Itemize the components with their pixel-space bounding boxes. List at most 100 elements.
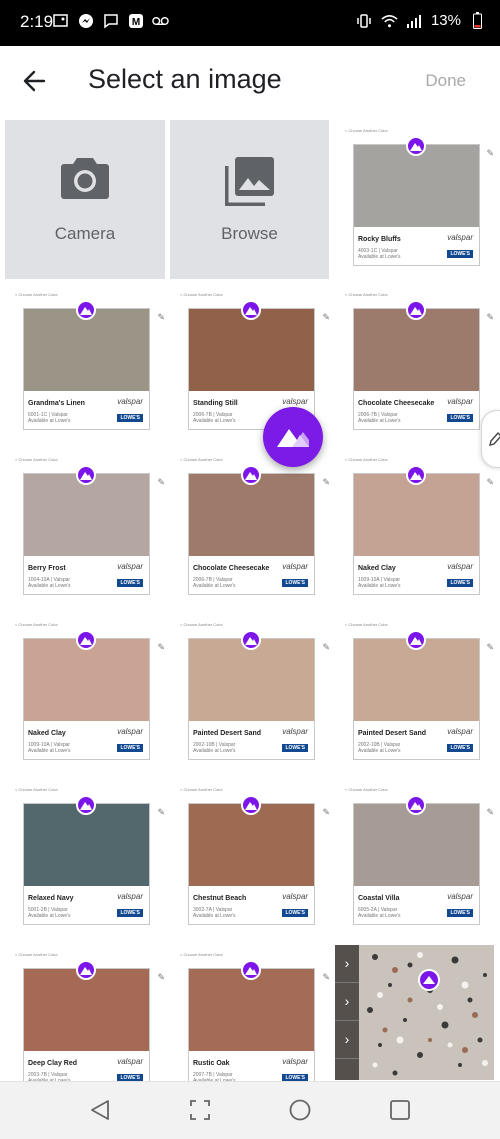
floating-gallery-button[interactable]	[263, 407, 323, 467]
pencil-icon: ✎	[157, 972, 165, 982]
chevron-right-icon[interactable]: ›	[335, 983, 359, 1021]
chevron-right-icon[interactable]: ›	[335, 945, 359, 983]
valspar-logo: valspar	[282, 1057, 308, 1066]
color-name: Painted Desert Sand	[193, 730, 262, 737]
color-card: Painted Desert Sand 2002-10B | Valspar Ava…	[353, 630, 480, 760]
color-name: Chocolate Cheesecake	[358, 400, 435, 407]
valspar-logo: valspar	[282, 892, 308, 901]
color-info: Painted Desert Sand 2002-10B | Valspar Ava…	[189, 722, 314, 759]
color-code: 2006-7B | Valspar Available at Lowe's	[193, 412, 236, 424]
color-code: 2006-7B | Valspar Available at Lowe's	[358, 412, 401, 424]
mountain-icon	[277, 429, 309, 447]
choose-another-color-text: < Choose Another Color	[180, 787, 223, 792]
lowes-logo: LOWE'S	[447, 744, 473, 752]
color-swatch	[354, 804, 479, 886]
nav-home-icon[interactable]	[288, 1098, 312, 1122]
pencil-icon: ✎	[486, 807, 494, 817]
color-code: 2007-7B | Valspar Available at Lowe's	[193, 1072, 236, 1081]
color-swatch	[24, 639, 149, 721]
mountain-badge-icon	[241, 465, 261, 485]
mountain-badge-icon	[406, 465, 426, 485]
color-code: 1009-10A | Valspar Available at Lowe's	[28, 742, 71, 754]
color-image-tile[interactable]: < Choose Another Color ✎ Berry Frost 1004-1…	[5, 449, 165, 608]
choose-another-color-text: < Choose Another Color	[345, 787, 388, 792]
lowes-logo: LOWE'S	[117, 744, 143, 752]
color-card: Rustic Oak 2007-7B | Valspar Available at …	[188, 960, 315, 1081]
valspar-logo: valspar	[447, 233, 473, 242]
color-code: 2002-10B | Valspar Available at Lowe's	[193, 742, 236, 754]
lowes-logo: LOWE'S	[447, 414, 473, 422]
nav-recents-icon[interactable]	[188, 1098, 212, 1122]
color-swatch	[354, 639, 479, 721]
battery-icon	[469, 12, 486, 29]
color-image-tile[interactable]: < Choose Another Color ✎ Painted Desert Sa…	[335, 614, 494, 773]
lowes-logo: LOWE'S	[282, 1074, 308, 1081]
color-image-tile[interactable]: < Choose Another Color ✎ Coastal Villa 6005…	[335, 779, 494, 938]
color-swatch	[24, 969, 149, 1051]
lowes-logo: LOWE'S	[447, 909, 473, 917]
pencil-icon: ✎	[322, 477, 330, 487]
camera-tile[interactable]: Camera	[5, 120, 165, 279]
camera-label: Camera	[54, 224, 116, 243]
chevron-right-icon[interactable]: ›	[335, 1021, 359, 1059]
color-name: Coastal Villa	[358, 895, 400, 902]
color-image-tile[interactable]: < Choose Another Color ✎ Deep Clay Red 2003…	[5, 944, 165, 1081]
color-image-tile[interactable]: < Choose Another Color ✎ Painted Desert Sa…	[170, 614, 330, 773]
color-code: 3002-7A | Valspar Available at Lowe's	[193, 907, 236, 919]
wifi-icon	[381, 12, 398, 29]
pencil-icon: ✎	[157, 807, 165, 817]
mountain-badge-icon	[76, 960, 96, 980]
nav-back-icon[interactable]	[88, 1098, 112, 1122]
color-image-tile[interactable]: < Choose Another Color ✎ Naked Clay 1009-10…	[335, 449, 494, 608]
message-icon	[102, 12, 119, 29]
edge-panel-handle[interactable]	[481, 410, 500, 468]
back-arrow-icon[interactable]	[18, 66, 52, 96]
color-name: Rustic Oak	[193, 1060, 230, 1067]
color-name: Deep Clay Red	[28, 1060, 78, 1067]
color-image-tile[interactable]: < Choose Another Color ✎ Chestnut Beach 300…	[170, 779, 330, 938]
color-name: Chocolate Cheesecake	[193, 565, 270, 572]
lowes-logo: LOWE'S	[282, 744, 308, 752]
color-code: 1009-10A | Valspar Available at Lowe's	[358, 577, 401, 589]
browse-tile[interactable]: Browse	[170, 120, 329, 279]
valspar-logo: valspar	[117, 727, 143, 736]
color-card: Relaxed Navy 5001-2B | Valspar Available a…	[23, 795, 150, 925]
valspar-logo: valspar	[447, 562, 473, 571]
valspar-logo: valspar	[447, 397, 473, 406]
color-image-tile[interactable]: < Choose Another Color ✎ Chocolate Cheesec…	[170, 449, 330, 608]
color-name: Relaxed Navy	[28, 895, 74, 902]
color-name: Grandma's Linen	[28, 400, 85, 407]
system-nav-bar	[0, 1081, 500, 1139]
color-image-tile[interactable]: < Choose Another Color ✎ Rocky Bluffs 4003-…	[335, 120, 494, 279]
pencil-icon: ✎	[322, 807, 330, 817]
valspar-logo: valspar	[117, 397, 143, 406]
choose-another-color-text: < Choose Another Color	[15, 457, 58, 462]
pencil-icon: ✎	[157, 312, 165, 322]
messenger-icon	[77, 12, 94, 29]
terrazzo-image-tile[interactable]: › › ›	[335, 945, 494, 1080]
color-image-tile[interactable]: < Choose Another Color ✎ Chocolate Cheesec…	[335, 284, 494, 443]
color-info: Painted Desert Sand 2002-10B | Valspar Ava…	[354, 722, 479, 759]
color-image-tile[interactable]: < Choose Another Color ✎ Naked Clay 1009-10…	[5, 614, 165, 773]
battery-percent: 13%	[430, 12, 461, 29]
mountain-badge-icon	[76, 795, 96, 815]
valspar-logo: valspar	[282, 562, 308, 571]
color-card: Naked Clay 1009-10A | Valspar Available at…	[353, 465, 480, 595]
choose-another-color-text: < Choose Another Color	[180, 622, 223, 627]
mountain-badge-icon	[241, 630, 261, 650]
nav-overview-icon[interactable]	[388, 1098, 412, 1122]
page-title: Select an image	[88, 64, 282, 94]
done-button[interactable]: Done	[425, 71, 466, 91]
color-card: Chestnut Beach 3002-7A | Valspar Available…	[188, 795, 315, 925]
color-info: Berry Frost 1004-10A | Valspar Available a…	[24, 557, 149, 594]
color-swatch	[189, 804, 314, 886]
color-card: Coastal Villa 6005-2A | Valspar Available …	[353, 795, 480, 925]
color-image-tile[interactable]: < Choose Another Color ✎ Relaxed Navy 5001-…	[5, 779, 165, 938]
color-info: Naked Clay 1009-10A | Valspar Available at…	[354, 557, 479, 594]
svg-text:M: M	[131, 17, 139, 28]
color-image-tile[interactable]: < Choose Another Color ✎ Rustic Oak 2007-7B…	[170, 944, 330, 1081]
lowes-logo: LOWE'S	[117, 414, 143, 422]
valspar-logo: valspar	[282, 727, 308, 736]
valspar-logo: valspar	[447, 727, 473, 736]
color-image-tile[interactable]: < Choose Another Color ✎ Grandma's Linen 60…	[5, 284, 165, 443]
